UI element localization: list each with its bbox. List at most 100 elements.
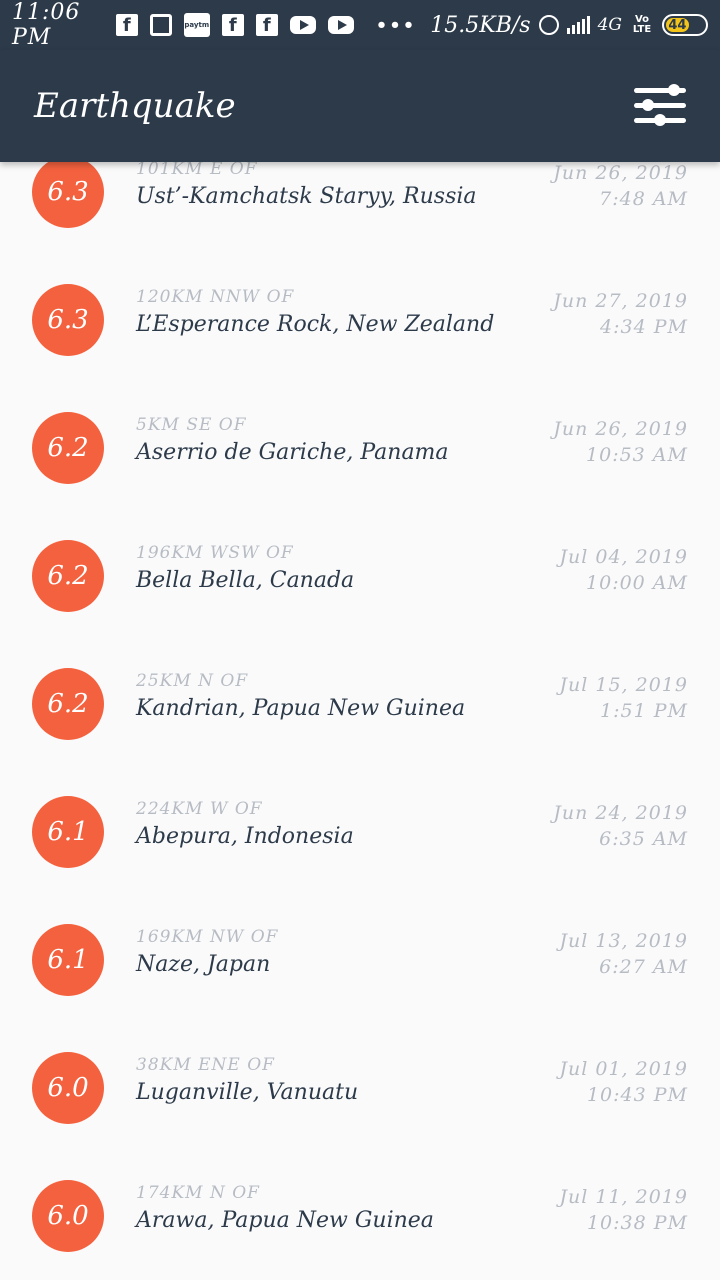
- primary-location: Ust’-Kamchatsk Staryy, Russia: [136, 184, 477, 209]
- magnitude-badge: 6.2: [32, 412, 104, 484]
- primary-location: Luganville, Vanuatu: [136, 1080, 359, 1105]
- quake-time: 1:51 PM: [600, 700, 688, 722]
- notification-icons: f paytm f f: [115, 13, 354, 37]
- location-block: 101KM E OF Ust’-Kamchatsk Staryy, Russia: [136, 162, 536, 214]
- quake-time: 10:38 PM: [586, 1212, 688, 1234]
- earthquake-list-item[interactable]: 6.1 224KM W OF Abepura, Indonesia Jun 24…: [0, 768, 720, 896]
- location-offset: 120KM NNW OF: [136, 287, 295, 307]
- primary-location: Kandrian, Papua New Guinea: [136, 696, 466, 721]
- app-bar: Earthquake: [0, 50, 720, 162]
- facebook-icon: f: [221, 14, 244, 36]
- quake-date: Jun 27, 2019: [553, 290, 688, 312]
- quake-time: 6:27 AM: [599, 956, 688, 978]
- quake-time: 10:53 AM: [586, 444, 688, 466]
- datetime-block: Jun 27, 2019 4:34 PM: [553, 288, 688, 340]
- status-time: 11:06 PM: [12, 0, 81, 50]
- magnitude-badge: 6.3: [32, 284, 104, 356]
- quake-date: Jul 13, 2019: [559, 930, 688, 952]
- filter-knob: [668, 84, 680, 96]
- location-block: 38KM ENE OF Luganville, Vanuatu: [136, 1054, 536, 1110]
- volte-icon: Vo LTE: [630, 15, 654, 35]
- battery-level: 44: [666, 18, 689, 33]
- facebook-icon: f: [115, 14, 138, 36]
- earthquake-list-inner: 6.3 101KM E OF Ust’-Kamchatsk Staryy, Ru…: [0, 162, 720, 1280]
- location-block: 174KM N OF Arawa, Papua New Guinea: [136, 1182, 536, 1238]
- location-offset: 101KM E OF: [136, 162, 258, 179]
- magnitude-badge: 6.1: [32, 796, 104, 868]
- quake-date: Jul 15, 2019: [559, 674, 688, 696]
- earthquake-list-item[interactable]: 6.0 38KM ENE OF Luganville, Vanuatu Jul …: [0, 1024, 720, 1152]
- primary-location: Bella Bella, Canada: [136, 568, 355, 593]
- earthquake-list-item[interactable]: 6.2 196KM WSW OF Bella Bella, Canada Jul…: [0, 512, 720, 640]
- location-block: 5KM SE OF Aserrio de Gariche, Panama: [136, 414, 536, 470]
- datetime-block: Jun 26, 2019 7:48 AM: [553, 162, 688, 212]
- battery-icon: 44: [662, 14, 708, 36]
- primary-location: L’Esperance Rock, New Zealand: [136, 312, 495, 337]
- primary-location: Naze, Japan: [136, 952, 271, 977]
- quake-time: 7:48 AM: [599, 188, 688, 210]
- earthquake-list-item[interactable]: 6.2 5KM SE OF Aserrio de Gariche, Panama…: [0, 384, 720, 512]
- filter-knob: [642, 99, 654, 111]
- network-type: 4G: [597, 15, 622, 35]
- quake-date: Jun 26, 2019: [553, 418, 688, 440]
- location-offset: 224KM W OF: [136, 799, 263, 819]
- magnitude-badge: 6.2: [32, 668, 104, 740]
- primary-location: Abepura, Indonesia: [136, 824, 354, 849]
- magnitude-badge: 6.3: [32, 162, 104, 228]
- quake-date: Jul 01, 2019: [559, 1058, 688, 1080]
- datetime-block: Jul 01, 2019 10:43 PM: [559, 1056, 688, 1108]
- app-title: Earthquake: [34, 86, 236, 126]
- quake-date: Jul 11, 2019: [559, 1186, 688, 1208]
- primary-location: Arawa, Papua New Guinea: [136, 1208, 434, 1233]
- quake-date: Jun 26, 2019: [553, 162, 688, 184]
- earthquake-list-item[interactable]: 6.3 101KM E OF Ust’-Kamchatsk Staryy, Ru…: [0, 162, 720, 256]
- filter-knob: [654, 114, 666, 126]
- quake-time: 6:35 AM: [599, 828, 688, 850]
- quake-time: 10:00 AM: [586, 572, 688, 594]
- status-right: 15.5KB/s 4G Vo LTE 44: [430, 13, 708, 38]
- quake-date: Jun 24, 2019: [553, 802, 688, 824]
- net-speed: 15.5KB/s: [430, 12, 531, 38]
- location-block: 25KM N OF Kandrian, Papua New Guinea: [136, 670, 536, 726]
- more-notifications-icon: •••: [375, 14, 417, 36]
- earthquake-list-item[interactable]: 6.3 120KM NNW OF L’Esperance Rock, New Z…: [0, 256, 720, 384]
- filter-settings-button[interactable]: [634, 82, 686, 130]
- location-offset: 169KM NW OF: [136, 927, 279, 947]
- facebook-icon: f: [255, 14, 278, 36]
- quake-time: 10:43 PM: [586, 1084, 688, 1106]
- location-offset: 5KM SE OF: [136, 415, 247, 435]
- signal-icon: [566, 16, 590, 34]
- earthquake-list-item[interactable]: 6.0 174KM N OF Arawa, Papua New Guinea J…: [0, 1152, 720, 1280]
- datetime-block: Jul 13, 2019 6:27 AM: [559, 928, 688, 980]
- primary-location: Aserrio de Gariche, Panama: [136, 440, 449, 465]
- location-block: 224KM W OF Abepura, Indonesia: [136, 798, 536, 854]
- magnitude-badge: 6.2: [32, 540, 104, 612]
- location-offset: 196KM WSW OF: [136, 543, 294, 563]
- location-block: 120KM NNW OF L’Esperance Rock, New Zeala…: [136, 286, 536, 342]
- location-offset: 25KM N OF: [136, 671, 249, 691]
- datetime-block: Jun 24, 2019 6:35 AM: [553, 800, 688, 852]
- datetime-block: Jul 11, 2019 10:38 PM: [559, 1184, 688, 1236]
- earthquake-list[interactable]: 6.3 101KM E OF Ust’-Kamchatsk Staryy, Ru…: [0, 162, 720, 1280]
- paytm-icon: paytm: [183, 13, 210, 37]
- quake-time: 4:34 PM: [600, 316, 688, 338]
- magnitude-badge: 6.1: [32, 924, 104, 996]
- datetime-block: Jul 15, 2019 1:51 PM: [559, 672, 688, 724]
- location-offset: 38KM ENE OF: [136, 1055, 275, 1075]
- volte-label: Vo LTE: [632, 14, 652, 35]
- datetime-block: Jul 04, 2019 10:00 AM: [559, 544, 688, 596]
- quake-date: Jul 04, 2019: [559, 546, 688, 568]
- magnitude-badge: 6.0: [32, 1180, 104, 1252]
- earthquake-list-item[interactable]: 6.1 169KM NW OF Naze, Japan Jul 13, 2019…: [0, 896, 720, 1024]
- location-block: 196KM WSW OF Bella Bella, Canada: [136, 542, 536, 598]
- magnitude-badge: 6.0: [32, 1052, 104, 1124]
- status-bar: 11:06 PM f paytm f f ••• 15.5KB/s 4G Vo …: [0, 0, 720, 50]
- shopping-bag-icon: [149, 14, 172, 36]
- location-offset: 174KM N OF: [136, 1183, 260, 1203]
- alarm-icon: [538, 15, 559, 35]
- youtube-icon: [327, 16, 354, 34]
- youtube-icon: [289, 16, 316, 34]
- location-block: 169KM NW OF Naze, Japan: [136, 926, 536, 982]
- datetime-block: Jun 26, 2019 10:53 AM: [553, 416, 688, 468]
- earthquake-list-item[interactable]: 6.2 25KM N OF Kandrian, Papua New Guinea…: [0, 640, 720, 768]
